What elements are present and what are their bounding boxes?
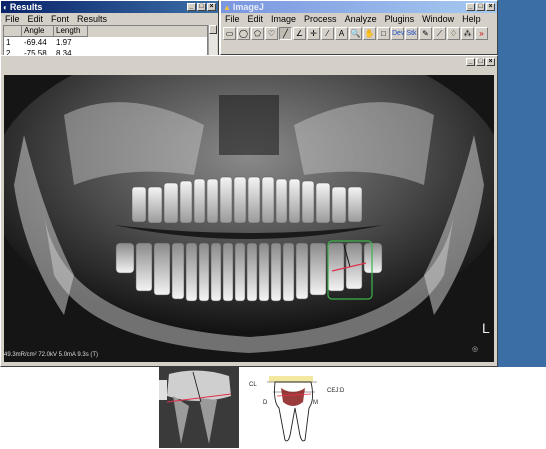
device-logo: ◎	[472, 346, 478, 353]
menu-file[interactable]: File	[221, 14, 244, 24]
results-menubar: File Edit Font Results	[1, 13, 218, 25]
results-menu-results[interactable]: Results	[73, 14, 111, 24]
imagej-window-title: ImageJ	[232, 2, 264, 12]
column-header-length[interactable]: Length	[54, 26, 88, 37]
column-header-index[interactable]	[4, 26, 22, 37]
tooth-anatomy-diagram: CL CEJ:D D M	[247, 370, 362, 445]
panoramic-xray-image[interactable]: L ◎	[4, 75, 494, 362]
hand-tool-icon[interactable]: ✋	[363, 27, 376, 40]
more-tools-icon[interactable]: »	[475, 27, 488, 40]
length-cell: 1.97	[56, 38, 72, 47]
angle-tool-icon[interactable]: ∠	[293, 27, 306, 40]
dev-tool-icon[interactable]: Dev	[391, 27, 404, 40]
close-icon[interactable]: ×	[486, 3, 495, 11]
color-picker-tool-icon[interactable]: □	[377, 27, 390, 40]
side-marker: L	[482, 320, 490, 336]
pencil-tool-icon[interactable]: ✎	[419, 27, 432, 40]
menu-process[interactable]: Process	[300, 14, 341, 24]
spray-tool-icon[interactable]: ⁂	[461, 27, 474, 40]
flood-fill-tool-icon[interactable]: ♢	[447, 27, 460, 40]
close-icon[interactable]: ×	[486, 57, 495, 66]
label-cl: CL	[249, 382, 257, 388]
close-icon[interactable]: ×	[207, 3, 216, 11]
freehand-tool-icon[interactable]: ♡	[265, 27, 278, 40]
wand-tool-icon[interactable]: ⁄	[321, 27, 334, 40]
rectangle-tool-icon[interactable]: ▭	[223, 27, 236, 40]
imagej-menubar: File Edit Image Process Analyze Plugins …	[221, 13, 497, 25]
minimize-icon[interactable]: _	[466, 3, 475, 11]
results-menu-file[interactable]: File	[1, 14, 24, 24]
scroll-up-icon[interactable]	[209, 25, 217, 34]
imagej-toolbar: ▭ ◯ ⬠ ♡ ╱ ∠ ✛ ⁄ A 🔍 ✋ □ Dev Stk ✎ ⟋ ♢ ⁂»	[221, 25, 497, 42]
column-header-angle[interactable]: Angle	[22, 26, 54, 37]
label-cejd: CEJ:D	[327, 388, 345, 394]
row-index: 1	[6, 38, 11, 47]
point-tool-icon[interactable]: ✛	[307, 27, 320, 40]
oval-tool-icon[interactable]: ◯	[237, 27, 250, 40]
menu-image[interactable]: Image	[267, 14, 300, 24]
minimize-icon[interactable]: _	[466, 57, 475, 66]
menu-plugins[interactable]: Plugins	[381, 14, 419, 24]
brush-tool-icon[interactable]: ⟋	[433, 27, 446, 40]
results-menu-edit[interactable]: Edit	[24, 14, 48, 24]
results-window-title: Results	[9, 2, 43, 12]
menu-help[interactable]: Help	[458, 14, 485, 24]
desktop-background	[498, 0, 546, 367]
imagej-window[interactable]: ▲ ImageJ _ □ × File Edit Image Process A…	[220, 0, 498, 55]
magnifier-tool-icon[interactable]: 🔍	[349, 27, 362, 40]
angle-cell: -69.44	[24, 38, 47, 47]
cropped-tooth-xray	[159, 366, 239, 448]
exposure-caption: 49.3mR/cm² 72.0kV 5.0mA 9.3s (T)	[4, 352, 99, 358]
text-tool-icon[interactable]: A	[335, 27, 348, 40]
image-window-titlebar[interactable]: _ □ ×	[1, 56, 497, 67]
label-m: M	[313, 400, 318, 406]
minimize-icon[interactable]: _	[187, 3, 196, 11]
imagej-window-icon: ▲	[223, 2, 231, 12]
imagej-titlebar[interactable]: ▲ ImageJ _ □ ×	[221, 1, 497, 13]
label-d: D	[263, 400, 268, 406]
menu-analyze[interactable]: Analyze	[341, 14, 381, 24]
maximize-icon[interactable]: □	[476, 57, 485, 66]
results-window-icon: ◐	[3, 2, 8, 12]
polygon-tool-icon[interactable]: ⬠	[251, 27, 264, 40]
stk-tool-icon[interactable]: Stk	[405, 27, 418, 40]
menu-window[interactable]: Window	[418, 14, 458, 24]
line-tool-icon[interactable]: ╱	[279, 27, 292, 40]
results-menu-font[interactable]: Font	[47, 14, 73, 24]
maximize-icon[interactable]: □	[197, 3, 206, 11]
results-table-header: Angle Length	[4, 26, 207, 37]
table-row[interactable]: 1 -69.44 1.97	[4, 37, 207, 48]
menu-edit[interactable]: Edit	[244, 14, 268, 24]
results-titlebar[interactable]: ◐ Results _ □ ×	[1, 1, 218, 13]
maximize-icon[interactable]: □	[476, 3, 485, 11]
